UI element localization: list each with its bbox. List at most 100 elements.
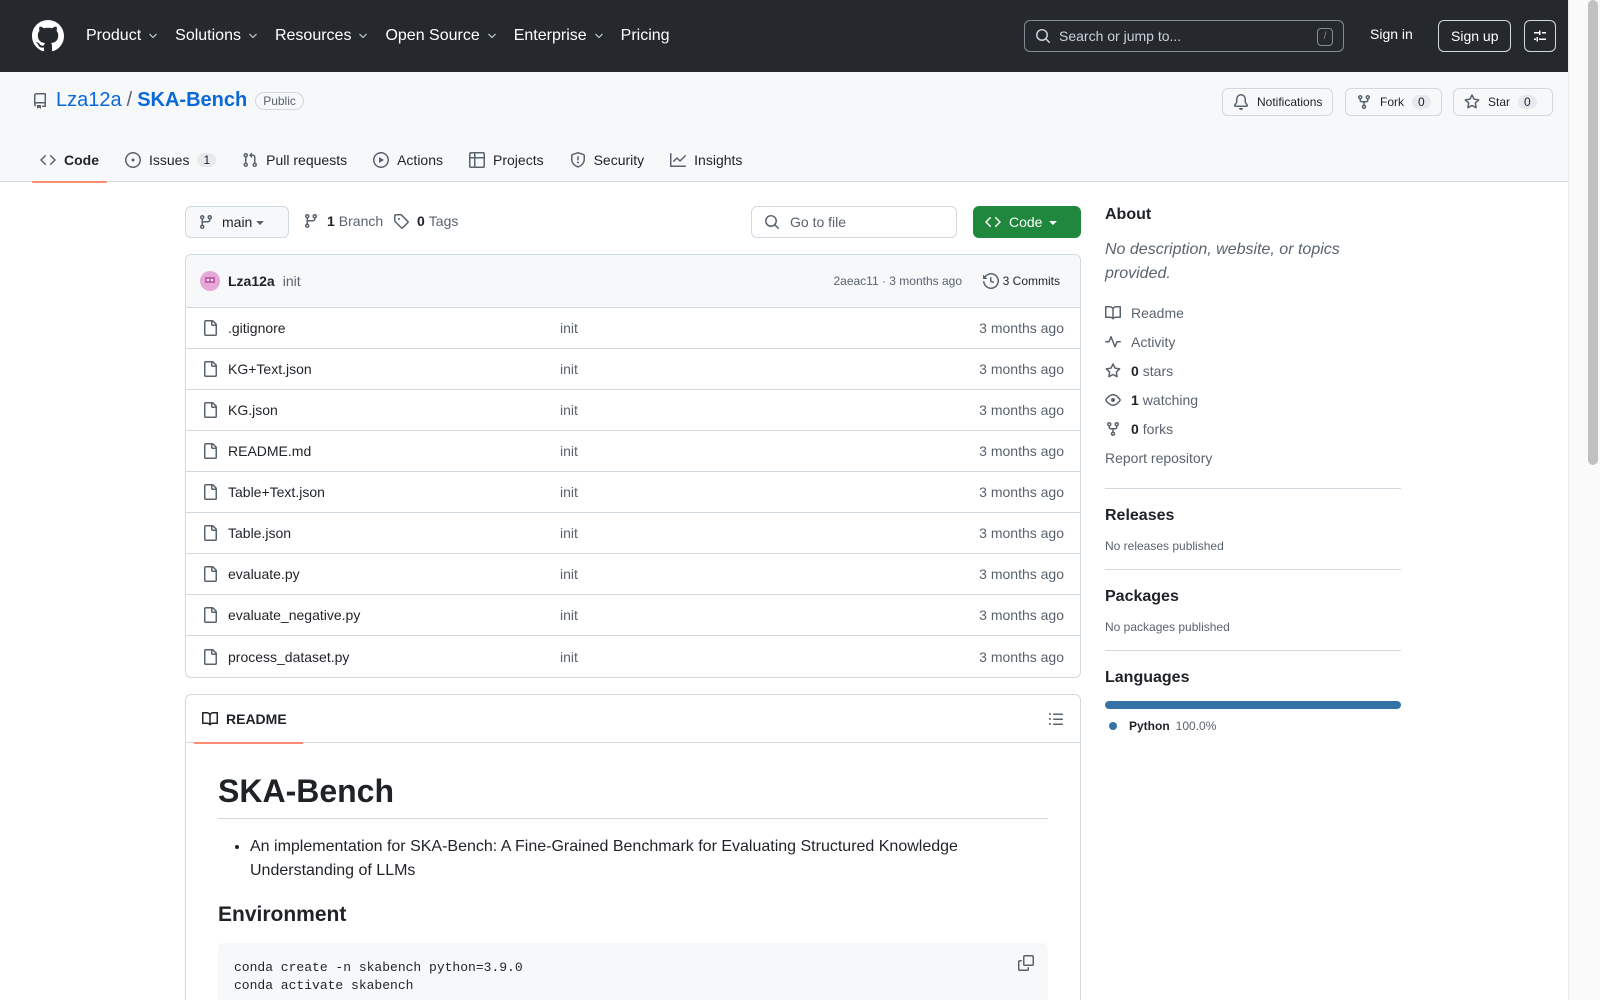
- file-icon: [202, 402, 218, 418]
- file-name-link[interactable]: README.md: [228, 443, 311, 459]
- language-bar: [1105, 701, 1401, 709]
- readme-body: SKA-Bench An implementation for SKA-Benc…: [186, 743, 1080, 1000]
- file-commit-message[interactable]: init: [560, 566, 578, 582]
- tab-issues[interactable]: Issues 1: [117, 138, 224, 182]
- table-row: evaluate_negative.py init 3 months ago: [186, 595, 1080, 636]
- tab-actions[interactable]: Actions: [365, 138, 451, 182]
- nav-pricing[interactable]: Pricing: [621, 27, 670, 45]
- commit-author-link[interactable]: Lza12a: [228, 273, 275, 289]
- repo-name-link[interactable]: SKA-Bench: [137, 89, 247, 112]
- commit-message-link[interactable]: init: [283, 273, 301, 289]
- search-input[interactable]: Search or jump to... /: [1024, 20, 1344, 52]
- file-table: Lza12a init 2aeac11 · 3 months ago 3 Com…: [185, 254, 1081, 678]
- file-commit-date: 3 months ago: [979, 361, 1064, 377]
- file-commit-message[interactable]: init: [560, 607, 578, 623]
- commit-sha-time[interactable]: 2aeac11 · 3 months ago: [833, 274, 962, 288]
- file-name-link[interactable]: Table.json: [228, 525, 291, 541]
- fork-count: 0: [1412, 95, 1431, 109]
- file-commit-message[interactable]: init: [560, 484, 578, 500]
- code-dropdown-button[interactable]: Code: [973, 206, 1081, 238]
- code-line: conda activate skabench: [234, 978, 414, 993]
- github-logo-icon[interactable]: [32, 20, 64, 52]
- table-row: KG.json init 3 months ago: [186, 390, 1080, 431]
- issue-opened-icon: [125, 152, 141, 168]
- history-icon: [982, 273, 999, 289]
- tab-code[interactable]: Code: [32, 138, 107, 183]
- releases-heading[interactable]: Releases: [1105, 507, 1401, 525]
- list-unordered-icon[interactable]: [1048, 711, 1064, 727]
- tab-insights[interactable]: Insights: [662, 138, 750, 182]
- file-commit-message[interactable]: init: [560, 443, 578, 459]
- stars-link[interactable]: 0 stars: [1105, 356, 1401, 385]
- file-commit-message[interactable]: init: [560, 402, 578, 418]
- avatar[interactable]: [200, 271, 220, 291]
- code-button-label: Code: [1009, 214, 1043, 230]
- packages-heading[interactable]: Packages: [1105, 588, 1401, 606]
- branch-label: Branch: [338, 213, 384, 229]
- readme-tab[interactable]: README: [194, 695, 303, 744]
- file-name-link[interactable]: evaluate_negative.py: [228, 607, 360, 623]
- file-commit-date: 3 months ago: [979, 648, 1064, 665]
- branch-select-button[interactable]: main: [185, 206, 289, 238]
- sign-up-button[interactable]: Sign up: [1438, 20, 1512, 52]
- page-scrollbar[interactable]: [1568, 0, 1600, 1000]
- forks-link[interactable]: 0 forks: [1105, 414, 1401, 443]
- nav-open-source[interactable]: Open Source: [385, 27, 497, 45]
- nav-resources[interactable]: Resources: [275, 27, 369, 45]
- code-block: conda create -n skabench python=3.9.0 co…: [218, 943, 1048, 1000]
- file-commit-message[interactable]: init: [560, 649, 578, 665]
- table-row: Table.json init 3 months ago: [186, 513, 1080, 554]
- watching-count: 1: [1131, 391, 1139, 408]
- about-sidebar: About No description, website, or topics…: [1105, 206, 1401, 733]
- file-icon: [202, 566, 218, 582]
- notifications-button[interactable]: Notifications: [1222, 88, 1334, 116]
- file-name-link[interactable]: KG+Text.json: [228, 361, 312, 377]
- file-name-link[interactable]: evaluate.py: [228, 566, 300, 582]
- repo-icon: [32, 92, 48, 109]
- tab-projects[interactable]: Projects: [461, 138, 552, 182]
- language-color-dot: [1109, 722, 1117, 730]
- language-item[interactable]: Python 100.0%: [1105, 719, 1401, 733]
- star-count: 0: [1518, 95, 1537, 109]
- about-description: No description, website, or topics provi…: [1105, 241, 1340, 282]
- repo-tabs: Code Issues 1 Pull requests Actions Proj…: [32, 138, 760, 183]
- branches-link[interactable]: 1 Branch: [303, 213, 383, 229]
- go-to-file-input[interactable]: Go to file: [751, 206, 957, 238]
- file-name-link[interactable]: KG.json: [228, 402, 278, 418]
- table-row: Table+Text.json init 3 months ago: [186, 472, 1080, 513]
- tab-security[interactable]: Security: [562, 138, 653, 182]
- nav-solutions[interactable]: Solutions: [175, 27, 259, 45]
- language-name: Python: [1129, 719, 1170, 733]
- file-name-link[interactable]: Table+Text.json: [228, 484, 325, 500]
- chevron-down-icon: [486, 30, 498, 42]
- nav-enterprise[interactable]: Enterprise: [514, 27, 605, 45]
- file-commit-message[interactable]: init: [560, 361, 578, 377]
- report-repository-link[interactable]: Report repository: [1105, 443, 1401, 472]
- fork-icon: [1105, 421, 1121, 437]
- nav-product[interactable]: Product: [86, 27, 159, 45]
- file-icon: [202, 525, 218, 541]
- repo-owner-link[interactable]: Lza12a: [56, 89, 122, 112]
- star-icon: [1105, 362, 1121, 379]
- file-commit-message[interactable]: init: [560, 320, 578, 336]
- readme-bullet: An implementation for SKA-Bench: A Fine-…: [250, 835, 1048, 883]
- settings-sliders-icon[interactable]: [1524, 20, 1556, 52]
- tags-link[interactable]: 0 Tags: [393, 213, 458, 229]
- packages-section: Packages No packages published: [1105, 569, 1401, 634]
- star-button[interactable]: Star 0: [1453, 88, 1553, 116]
- git-pull-request-icon: [242, 152, 258, 168]
- activity-link[interactable]: Activity: [1105, 327, 1401, 356]
- book-icon: [202, 711, 218, 727]
- commits-link[interactable]: 3 Commits: [982, 273, 1060, 289]
- scrollbar-thumb[interactable]: [1588, 0, 1598, 465]
- tab-pull-requests[interactable]: Pull requests: [234, 138, 355, 182]
- file-name-link[interactable]: process_dataset.py: [228, 649, 349, 665]
- readme-link[interactable]: Readme: [1105, 298, 1401, 327]
- file-name-link[interactable]: .gitignore: [228, 320, 286, 336]
- copy-icon[interactable]: [1018, 955, 1034, 971]
- file-icon: [202, 361, 218, 377]
- sign-in-link[interactable]: Sign in: [1370, 26, 1413, 42]
- watching-link[interactable]: 1 watching: [1105, 385, 1401, 414]
- file-commit-message[interactable]: init: [560, 525, 578, 541]
- fork-button[interactable]: Fork 0: [1345, 88, 1442, 116]
